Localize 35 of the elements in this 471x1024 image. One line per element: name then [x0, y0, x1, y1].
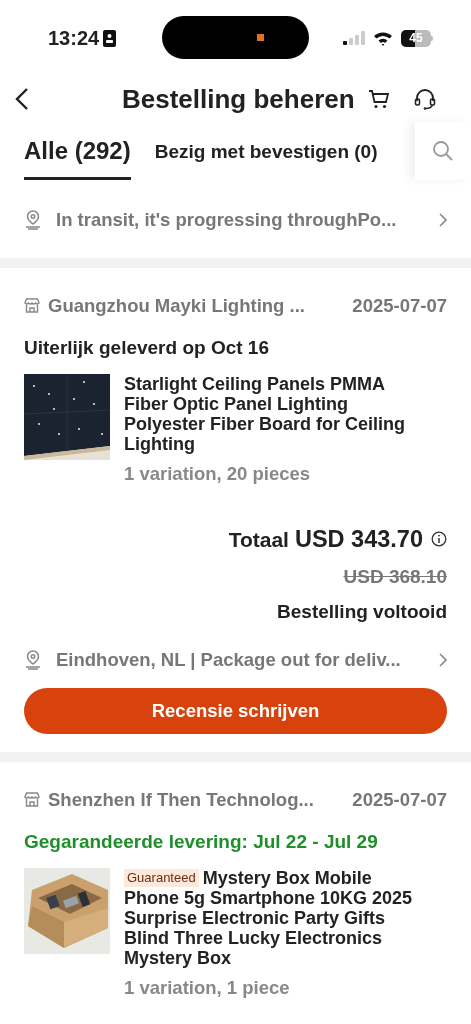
delivery-text: Gegarandeerde levering: Jul 22 - Jul 29	[24, 829, 379, 854]
tracking-text: In transit, it's progressing throughPo...	[56, 208, 397, 232]
tracking-row[interactable]: In transit, it's progressing throughPo...	[24, 206, 447, 234]
order-date: 2025-07-07	[352, 293, 447, 318]
location-pin-icon	[24, 209, 42, 230]
tracking-text: Eindhoven, NL | Package out for deliv...	[56, 648, 401, 672]
store-name[interactable]: Shenzhen If Then Technolog...	[48, 785, 314, 814]
clock-time: 13:24	[48, 26, 100, 51]
variation-text: 1 variation, 1 piece	[124, 976, 291, 1000]
product-title[interactable]: Starlight Ceiling Panels PMMA Fiber Optic Panel Lighting Polyester Fiber Board for Ceiling Lighting	[124, 374, 430, 454]
delivery-text: Uiterlijk geleverd op Oct 16	[24, 335, 270, 360]
location-pin-icon	[24, 649, 42, 670]
product-title[interactable]: Guaranteed Mystery Box Mobile Phone 5g Smartphone 10KG 2025 Surprise Electronic Party Gifts Blind Three Lucky Electronics Mystery Box	[124, 868, 430, 968]
tracking-row[interactable]: Eindhoven, NL | Package out for deliv...	[24, 646, 447, 674]
wifi-icon	[373, 30, 393, 46]
review-button[interactable]: Recensie schrijven	[24, 687, 447, 734]
cart-icon[interactable]	[367, 89, 390, 109]
chevron-right-icon	[439, 212, 447, 227]
total-label: Totaal	[228, 526, 289, 553]
chevron-right-icon	[439, 652, 447, 667]
search-icon[interactable]	[432, 140, 454, 162]
page-title: Bestelling beheren	[122, 82, 355, 116]
total-price: USD 343.70	[294, 524, 423, 554]
id-card-icon	[103, 29, 117, 47]
variation-text: 1 variation, 20 pieces	[124, 462, 312, 486]
store-icon	[24, 298, 40, 314]
signal-icon	[343, 31, 365, 45]
store-icon	[24, 792, 40, 808]
original-price: USD 368.10	[343, 565, 447, 589]
headset-icon[interactable]	[413, 88, 436, 110]
order-date: 2025-07-07	[352, 787, 447, 812]
info-icon[interactable]	[431, 531, 447, 548]
tab[interactable]: Bezig met bevestigen (0)	[154, 137, 378, 180]
store-name[interactable]: Guangzhou Mayki Lighting ...	[48, 291, 305, 320]
order-status: Bestelling voltooid	[277, 599, 447, 624]
